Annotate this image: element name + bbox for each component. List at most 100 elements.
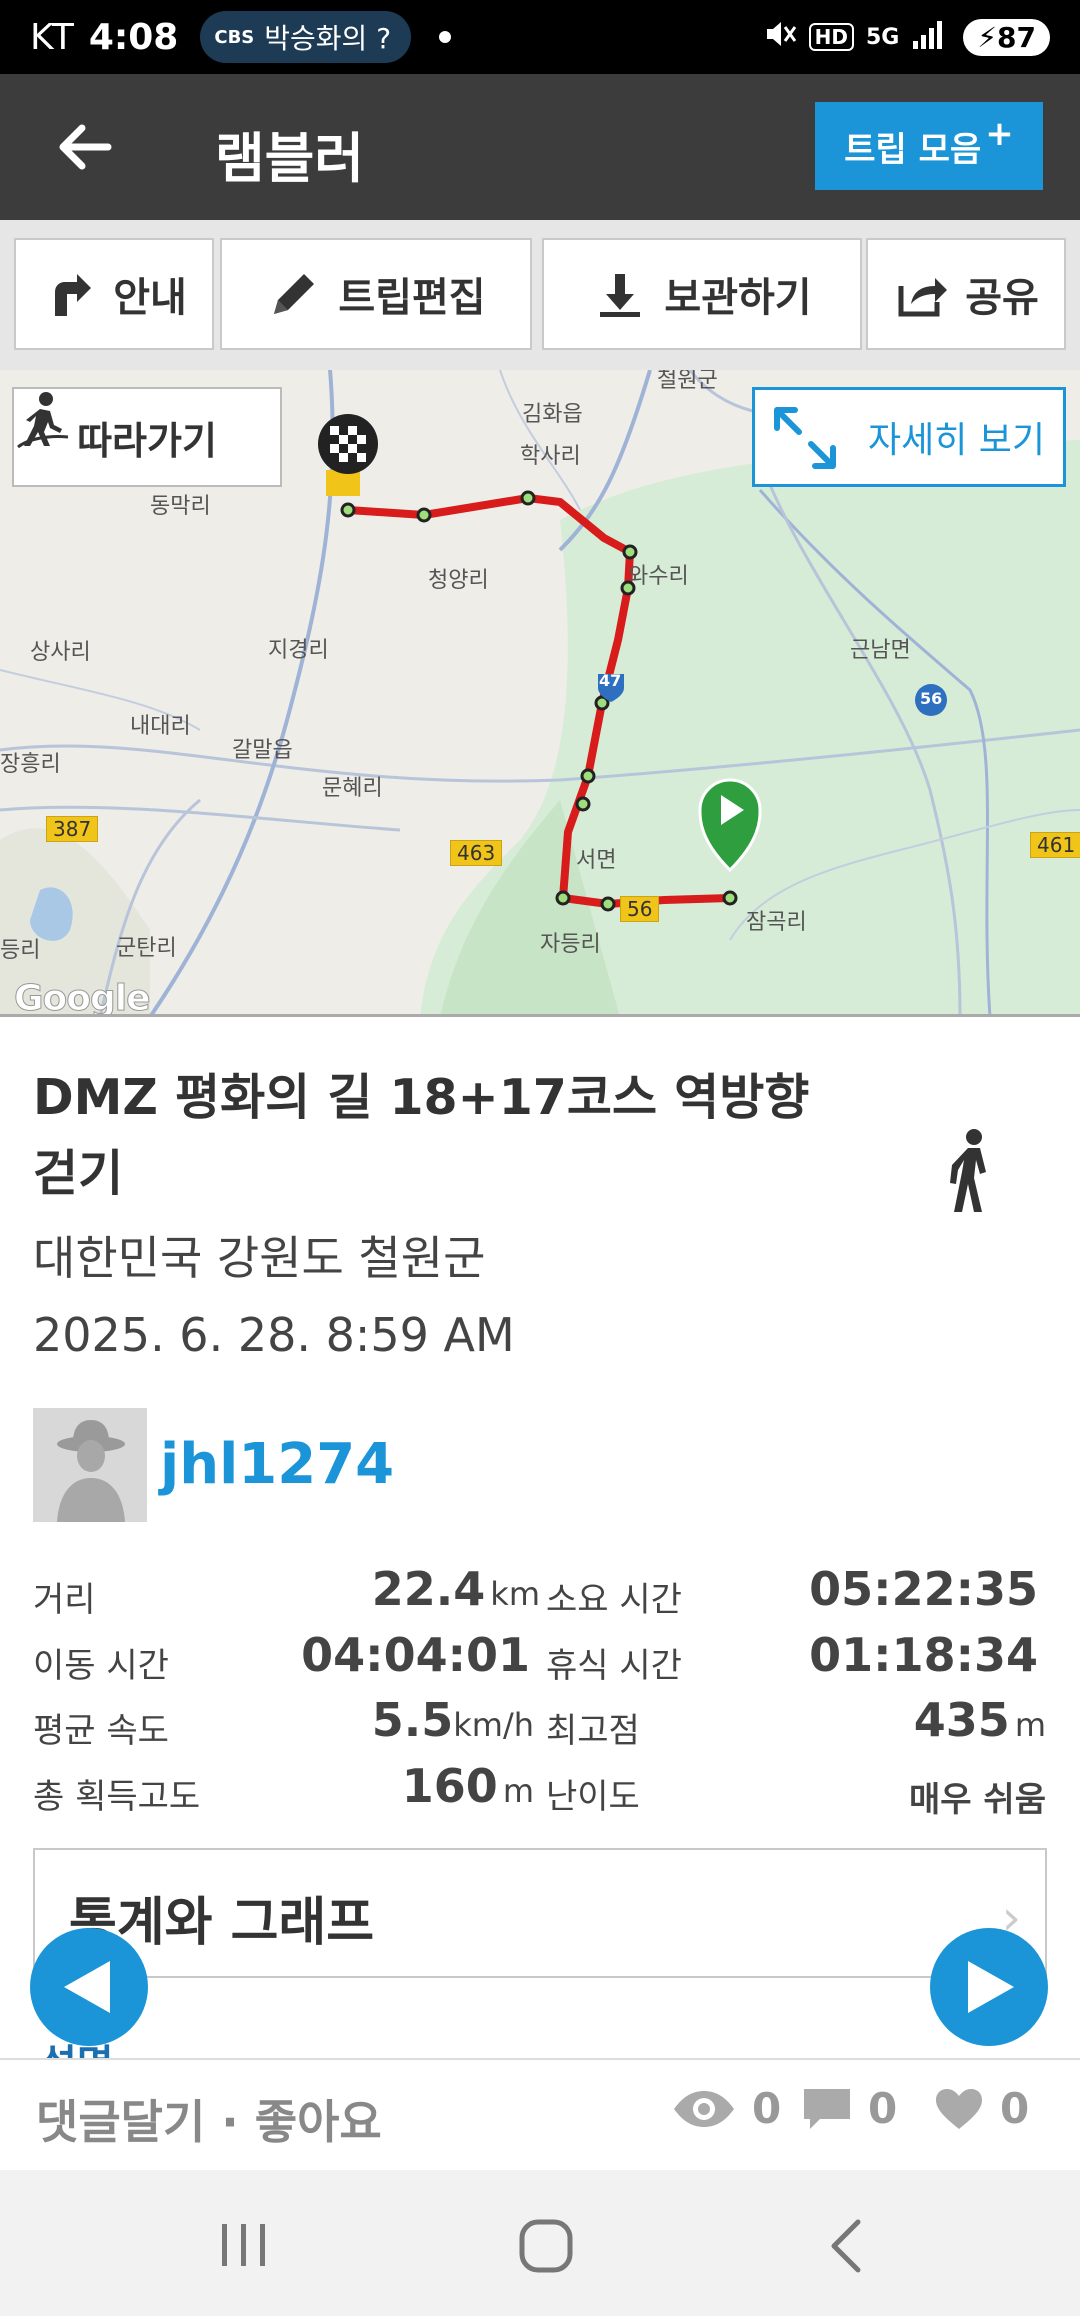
save-label: 보관하기 <box>664 275 812 321</box>
next-trip-button[interactable] <box>930 1928 1048 2046</box>
avg-speed-value: 5.5km/h <box>371 1693 534 1747</box>
map-label-dongmakri: 동막리 <box>150 494 211 519</box>
share-icon <box>898 278 948 317</box>
trip-location: 대한민국 강원도 철원군 <box>33 1231 486 1285</box>
follow-label: 따라가기 <box>77 418 217 463</box>
username-link[interactable]: jhl1274 <box>160 1432 394 1497</box>
avg-speed-label: 평균 속도 <box>33 1711 169 1751</box>
edit-trip-button[interactable]: 트립편집 <box>220 238 532 350</box>
back-button[interactable] <box>50 112 120 182</box>
arrow-left-icon <box>59 124 112 170</box>
map-label-cheongyangri: 청양리 <box>428 568 489 593</box>
radio-logo: CBS <box>214 26 255 48</box>
comment-like-link[interactable]: 댓글달기 · 좋아요 <box>36 2086 382 2152</box>
map-label-munhyeri: 문혜리 <box>322 776 383 801</box>
triangle-left-icon <box>64 1961 110 2013</box>
trip-collection-button[interactable]: 트립 모음 + <box>815 102 1043 190</box>
follow-button[interactable]: 따라가기 <box>12 387 282 487</box>
max-altitude-label: 최고점 <box>546 1711 640 1751</box>
map-label-geunnam: 근남면 <box>850 638 911 663</box>
media-notification-pill[interactable]: CBS 박승화의 ? <box>200 11 412 63</box>
google-logo: Google <box>14 978 152 1017</box>
map-label-naedaeri: 내대리 <box>130 714 191 739</box>
map-label-cheorwon: 철원군 <box>657 370 718 393</box>
difficulty-label: 난이도 <box>546 1777 640 1817</box>
stats-graph-button[interactable]: 통계와 그래프 › <box>33 1848 1047 1978</box>
pencil-icon <box>274 274 315 314</box>
route-map[interactable]: 철원군 김화읍 학사리 동막리 청양리 와수리 상사리 지경리 근남면 내대리 … <box>0 370 1080 1017</box>
map-label-wasuri: 와수리 <box>628 564 689 589</box>
rest-time-value: 01:18:34 <box>809 1628 1038 1682</box>
map-label-jigyeongri: 지경리 <box>268 638 329 663</box>
system-navigation-bar <box>0 2170 1080 2316</box>
recent-apps-button[interactable] <box>214 2218 274 2276</box>
avatar[interactable] <box>33 1408 147 1522</box>
hd-icon: HD <box>808 23 854 51</box>
app-bar: 램블러 트립 모음 + <box>0 74 1080 220</box>
app-title: 램블러 <box>215 127 365 190</box>
map-label-galmal: 갈말읍 <box>232 738 293 763</box>
home-icon <box>519 2219 573 2273</box>
turn-right-icon <box>55 274 92 316</box>
triangle-right-icon <box>968 1961 1014 2013</box>
moving-time-label: 이동 시간 <box>33 1646 169 1686</box>
share-label: 공유 <box>965 275 1039 321</box>
previous-trip-button[interactable] <box>30 1928 148 2046</box>
user-silhouette-icon <box>57 1420 125 1522</box>
map-label-jamgokri: 잠곡리 <box>746 910 807 935</box>
system-back-button[interactable] <box>822 2216 872 2280</box>
mute-icon <box>763 17 797 58</box>
status-bar: KT 4:08 CBS 박승화의 ? HD 5G ⚡87 <box>0 0 1080 74</box>
edit-trip-label: 트립편집 <box>338 275 486 321</box>
guide-label: 안내 <box>113 275 187 321</box>
hiker-icon <box>17 392 69 449</box>
action-bar: 댓글달기 · 좋아요 0 0 0 <box>0 2058 1080 2170</box>
likes-count: 0 <box>1000 2084 1030 2133</box>
media-title: 박승화의 ? <box>264 22 392 55</box>
view-detail-label: 자세히 보기 <box>867 420 1045 461</box>
walking-icon <box>950 1129 986 1212</box>
map-label-guntanri: 군탄리 <box>116 936 177 961</box>
download-icon <box>600 274 641 317</box>
battery-level: 87 <box>997 20 1036 54</box>
map-label-haksari: 학사리 <box>520 444 581 469</box>
chevron-left-icon <box>831 2219 861 2273</box>
guide-button[interactable]: 안내 <box>14 238 214 350</box>
elevation-gain-label: 총 획득고도 <box>33 1777 201 1817</box>
view-detail-button[interactable]: 자세히 보기 <box>752 387 1066 487</box>
views-count: 0 <box>752 2084 782 2133</box>
comment-icon <box>804 2088 850 2129</box>
recent-apps-icon <box>222 2224 265 2266</box>
5g-icon: 5G <box>865 24 900 50</box>
save-button[interactable]: 보관하기 <box>542 238 862 350</box>
duration-value: 05:22:35 <box>809 1562 1038 1616</box>
trip-date: 2025. 6. 28. 8:59 AM <box>33 1308 515 1362</box>
share-button[interactable]: 공유 <box>866 238 1066 350</box>
plus-icon: + <box>985 114 1014 154</box>
home-button[interactable] <box>516 2216 576 2280</box>
divider <box>33 1976 1047 1978</box>
duration-label: 소요 시간 <box>546 1580 682 1620</box>
trip-toolbar: 안내 트립편집 보관하기 공유 <box>0 220 1080 370</box>
carrier-label: KT <box>30 16 75 58</box>
expand-icon <box>774 407 836 469</box>
moving-time-value: 04:04:01 <box>301 1628 530 1682</box>
comments-counter[interactable]: 0 <box>802 2084 897 2133</box>
battery-icon: ⚡87 <box>963 18 1050 56</box>
route-56-badge: 56 <box>620 896 660 922</box>
heart-icon <box>936 2088 982 2129</box>
elevation-gain-value: 160 m <box>401 1759 534 1813</box>
trip-title: DMZ 평화의 길 18+17코스 역방향 걷기 <box>33 1069 810 1202</box>
map-label-deungri: 등리 <box>0 938 41 963</box>
finish-flag-icon <box>318 414 378 496</box>
signal-icon <box>911 19 945 55</box>
max-altitude-value: 435 m <box>913 1693 1046 1747</box>
comments-count: 0 <box>868 2084 898 2133</box>
route-47-badge: 47 <box>599 671 622 690</box>
map-label-sangsari: 상사리 <box>30 640 91 665</box>
difficulty-value: 매우 쉬움 <box>909 1780 1046 1820</box>
map-label-seomyeon: 서면 <box>576 848 617 873</box>
likes-counter[interactable]: 0 <box>934 2084 1029 2133</box>
distance-value: 22.4 km <box>371 1562 540 1616</box>
route-387-badge: 387 <box>46 816 99 842</box>
